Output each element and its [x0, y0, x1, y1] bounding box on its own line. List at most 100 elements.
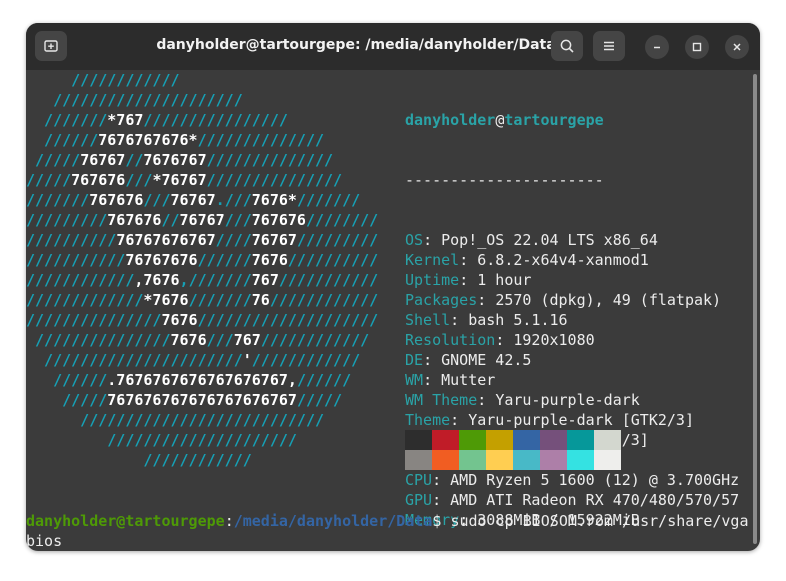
info-value: AMD ATI Radeon RX 470/480/570/57 [450, 491, 740, 509]
logo-segment: 7676 [251, 251, 288, 269]
info-field: Kernel: 6.8.2-x64v4-xanmod1 [405, 251, 649, 269]
close-icon [733, 43, 741, 51]
logo-segment: ////////////// [206, 151, 334, 169]
logo-segment: //////////////// [143, 111, 288, 129]
info-value: 2570 (dpkg), 49 (flatpak) [495, 291, 722, 309]
logo-segment: /// [224, 211, 252, 229]
logo-segment: ///// [26, 391, 108, 409]
logo-segment: 7676 [161, 311, 198, 329]
logo-segment: ////// [26, 131, 99, 149]
info-field: Uptime: 1 hour [405, 271, 532, 289]
logo-segment: //////////// [251, 351, 361, 369]
info-field: Resolution: 1920x1080 [405, 331, 595, 349]
logo-segment: 7676* [251, 191, 297, 209]
minimize-button[interactable] [645, 35, 669, 59]
system-info: danyholder@tartourgepe -----------------… [405, 70, 739, 551]
info-field: CPU: AMD Ryzen 5 1600 (12) @ 3.700GHz [405, 471, 740, 489]
logo-segment: 767 [233, 331, 261, 349]
logo-segment: //////////// [26, 271, 135, 289]
info-host: tartourgepe [504, 111, 604, 129]
info-key: GPU [405, 491, 433, 509]
info-value: GNOME 42.5 [441, 351, 532, 369]
close-button[interactable] [725, 35, 749, 59]
logo-segment: 7676 [170, 331, 207, 349]
logo-segment: /// [143, 191, 171, 209]
info-value: Yaru-purple-dark [GTK2/3] [468, 411, 694, 429]
logo-segment: //////////// [26, 451, 252, 469]
color-swatch [486, 450, 513, 470]
color-swatch [513, 450, 540, 470]
logo-segment: ///////// [296, 231, 379, 249]
logo-segment: 76767 [179, 211, 225, 229]
info-key: Kernel [405, 251, 460, 269]
scrollbar[interactable] [753, 74, 757, 544]
color-swatch [432, 450, 459, 470]
info-value: 1 hour [477, 271, 532, 289]
info-key: OS [405, 231, 424, 249]
title-bar[interactable]: danyholder@tartourgepe: /media/danyholde… [26, 23, 760, 70]
logo-segment: ,7676 [134, 271, 180, 289]
logo-segment: /////////// [26, 251, 126, 269]
color-swatch [459, 450, 486, 470]
logo-segment: // [161, 211, 180, 229]
logo-segment: /// [206, 331, 234, 349]
logo-segment: 76767 [251, 231, 297, 249]
logo-segment: /////// [188, 291, 252, 309]
logo-segment: /////////////// [206, 171, 343, 189]
logo-segment: 7676767 [143, 151, 207, 169]
new-tab-button[interactable] [35, 31, 67, 61]
logo-segment: 767676 [107, 211, 162, 229]
search-button[interactable] [551, 31, 583, 61]
info-field: WM Theme: Yaru-purple-dark [405, 391, 640, 409]
logo-segment: ///////////////////// [26, 431, 297, 449]
info-key: WM [405, 371, 424, 389]
info-field: WM: Mutter [405, 371, 496, 389]
color-palette [405, 430, 621, 470]
command-prompt[interactable]: danyholder@tartourgepe:/media/danyholder… [26, 511, 750, 551]
terminal-area[interactable]: //////////// ///////////////////// /////… [26, 70, 760, 551]
logo-segment: ////////////// [197, 131, 325, 149]
logo-segment: /////////////////////////// [26, 411, 325, 429]
color-swatch [432, 430, 459, 450]
logo-segment: /////// [26, 111, 108, 129]
info-field: GPU: AMD ATI Radeon RX 470/480/570/57 [405, 491, 740, 509]
logo-segment: //////////// [26, 71, 180, 89]
info-separator: ---------------------- [405, 171, 604, 189]
logo-segment: *76767 [152, 171, 207, 189]
logo-segment: //// [215, 231, 252, 249]
logo-segment: ////////// [26, 231, 117, 249]
info-key: Uptime [405, 271, 460, 289]
logo-segment: 76 [251, 291, 270, 309]
logo-segment: //////// [305, 211, 379, 229]
logo-segment: *767 [107, 111, 144, 129]
logo-segment: //////////// [269, 291, 379, 309]
logo-segment: ////////////////////// [26, 351, 243, 369]
logo-segment: *7676 [143, 291, 189, 309]
info-field: Theme: Yaru-purple-dark [GTK2/3] [405, 411, 694, 429]
menu-button[interactable] [593, 31, 625, 61]
logo-segment: ////// [26, 371, 108, 389]
logo-segment: //////////// [260, 331, 370, 349]
minimize-icon [654, 46, 660, 49]
prompt-path: /media/danyholder/Data [233, 512, 433, 530]
logo-segment: 76767 [170, 191, 216, 209]
info-field: OS: Pop!_OS 22.04 LTS x86_64 [405, 231, 658, 249]
info-value: AMD Ryzen 5 1600 (12) @ 3.700GHz [450, 471, 740, 489]
info-key: Theme [405, 411, 451, 429]
color-swatch [567, 430, 594, 450]
hamburger-menu-icon [604, 41, 614, 51]
color-swatch [513, 430, 540, 450]
prompt-colon: : [224, 512, 234, 530]
ascii-logo: //////////// ///////////////////// /////… [26, 70, 378, 470]
prompt-user-host: danyholder@tartourgepe [26, 512, 225, 530]
info-at: @ [495, 111, 505, 129]
color-swatch [405, 450, 432, 470]
logo-segment: 76767 [80, 151, 126, 169]
logo-segment: // [125, 151, 144, 169]
logo-segment: ///////////////////// [26, 91, 243, 109]
info-key: WM Theme [405, 391, 478, 409]
logo-segment: 767676 [71, 171, 126, 189]
logo-segment: //////////////////// [197, 311, 379, 329]
info-value: bash 5.1.16 [468, 311, 568, 329]
maximize-button[interactable] [685, 35, 709, 59]
